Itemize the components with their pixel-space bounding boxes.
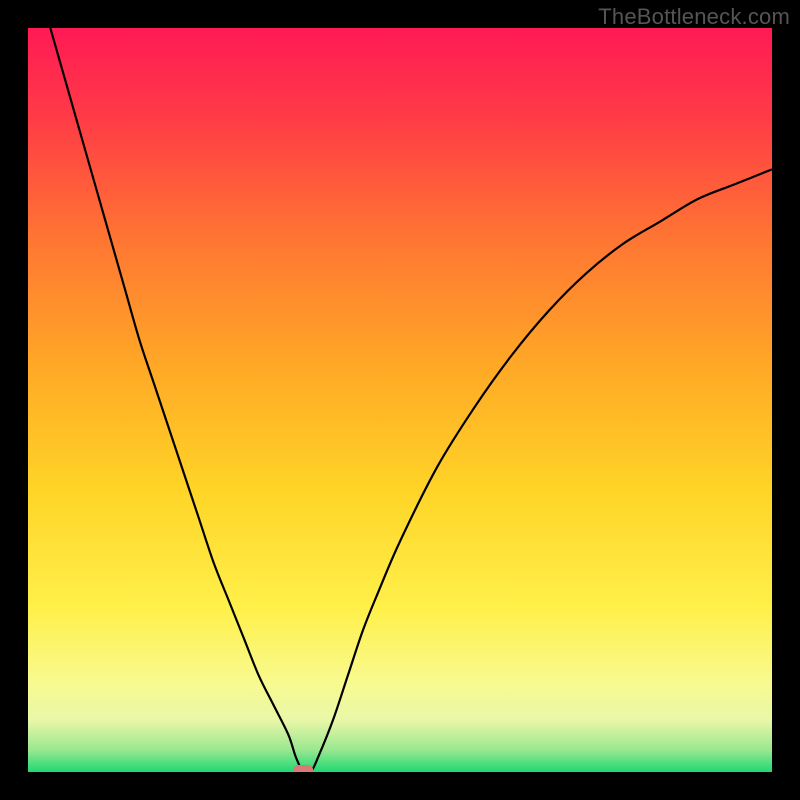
chart-plot-area xyxy=(28,28,772,772)
chart-frame: TheBottleneck.com xyxy=(0,0,800,800)
minimum-marker xyxy=(293,765,313,772)
chart-svg xyxy=(28,28,772,772)
marker-layer xyxy=(293,765,313,772)
chart-background xyxy=(28,28,772,772)
watermark-text: TheBottleneck.com xyxy=(598,4,790,30)
